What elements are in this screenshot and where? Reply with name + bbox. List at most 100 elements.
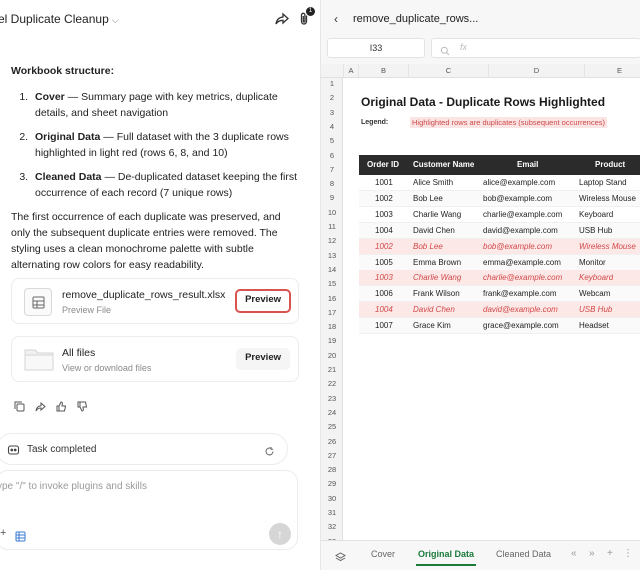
- grid-icon[interactable]: [15, 529, 26, 542]
- table-cell[interactable]: alice@example.com: [483, 175, 555, 191]
- row-header[interactable]: 17: [321, 308, 343, 317]
- tab-original-data[interactable]: Original Data: [415, 549, 477, 566]
- table-cell[interactable]: Keyboard: [579, 207, 613, 223]
- duplicate-table-row[interactable]: 1003 Charlie Wang charlie@example.com Keybo…: [359, 270, 640, 287]
- row-header[interactable]: 29: [321, 479, 343, 488]
- table-cell[interactable]: Alice Smith: [413, 175, 453, 191]
- row-header[interactable]: 15: [321, 279, 343, 288]
- row-header[interactable]: 24: [321, 408, 343, 417]
- cell-reference-box[interactable]: I33: [327, 38, 425, 58]
- table-cell[interactable]: Monitor: [579, 255, 606, 271]
- table-cell[interactable]: Webcam: [579, 286, 610, 302]
- add-sheet-icon[interactable]: +: [607, 548, 613, 559]
- layers-icon[interactable]: [334, 550, 347, 562]
- row-header[interactable]: 20: [321, 351, 343, 360]
- table-cell[interactable]: 1007: [375, 318, 393, 334]
- more-icon[interactable]: ⋮: [623, 548, 633, 559]
- tab-cover[interactable]: Cover: [371, 549, 395, 559]
- table-cell[interactable]: Laptop Stand: [579, 175, 627, 191]
- row-header[interactable]: 7: [321, 165, 343, 174]
- table-cell[interactable]: bob@example.com: [483, 239, 552, 255]
- chevron-right-icon[interactable]: »: [589, 548, 595, 559]
- table-cell[interactable]: Headset: [579, 318, 609, 334]
- row-header[interactable]: 1: [321, 79, 343, 88]
- chevron-left-icon[interactable]: «: [571, 548, 577, 559]
- all-files-preview-button[interactable]: Preview: [236, 348, 290, 370]
- row-header[interactable]: 16: [321, 294, 343, 303]
- table-cell[interactable]: 1002: [375, 239, 393, 255]
- row-header[interactable]: 22: [321, 379, 343, 388]
- column-header[interactable]: E: [585, 64, 640, 78]
- share-icon[interactable]: [35, 399, 47, 412]
- row-header[interactable]: 30: [321, 494, 343, 503]
- table-cell[interactable]: 1004: [375, 223, 393, 239]
- row-header[interactable]: 8: [321, 179, 343, 188]
- table-cell[interactable]: 1006: [375, 286, 393, 302]
- row-header[interactable]: 13: [321, 251, 343, 260]
- table-cell[interactable]: Charlie Wang: [413, 207, 461, 223]
- table-cell[interactable]: 1005: [375, 255, 393, 271]
- row-header[interactable]: 23: [321, 394, 343, 403]
- copy-icon[interactable]: [14, 399, 26, 412]
- table-row[interactable]: 1002 Bob Lee bob@example.com Wireless Mouse: [359, 190, 640, 207]
- row-header[interactable]: 28: [321, 465, 343, 474]
- table-cell[interactable]: 1003: [375, 270, 393, 286]
- table-cell[interactable]: USB Hub: [579, 223, 612, 239]
- plus-icon[interactable]: +: [0, 527, 6, 539]
- row-header[interactable]: 18: [321, 322, 343, 331]
- table-cell[interactable]: Grace Kim: [413, 318, 451, 334]
- table-cell[interactable]: 1003: [375, 207, 393, 223]
- table-cell[interactable]: Bob Lee: [413, 191, 443, 207]
- table-cell[interactable]: grace@example.com: [483, 318, 559, 334]
- row-header[interactable]: 12: [321, 236, 343, 245]
- thumbs-down-icon[interactable]: [77, 399, 89, 412]
- table-row[interactable]: 1005 Emma Brown emma@example.com Monitor: [359, 254, 640, 271]
- table-cell[interactable]: Charlie Wang: [413, 270, 461, 286]
- row-header[interactable]: 2: [321, 93, 343, 102]
- table-cell[interactable]: charlie@example.com: [483, 270, 562, 286]
- table-cell[interactable]: Frank Wilson: [413, 286, 460, 302]
- row-header[interactable]: 26: [321, 437, 343, 446]
- composer-input[interactable]: ype "/" to invoke plugins and skills: [0, 481, 147, 492]
- table-cell[interactable]: USB Hub: [579, 302, 612, 318]
- row-header[interactable]: 25: [321, 422, 343, 431]
- row-header[interactable]: 31: [321, 508, 343, 517]
- row-header[interactable]: 27: [321, 451, 343, 460]
- file-card[interactable]: remove_duplicate_rows_result.xlsx Previe…: [11, 278, 299, 324]
- table-row[interactable]: 1007 Grace Kim grace@example.com Headset: [359, 318, 640, 335]
- table-cell[interactable]: Emma Brown: [413, 255, 461, 271]
- row-header[interactable]: 9: [321, 193, 343, 202]
- table-cell[interactable]: 1004: [375, 302, 393, 318]
- table-cell[interactable]: Keyboard: [579, 270, 613, 286]
- refresh-icon[interactable]: [264, 444, 275, 456]
- row-header[interactable]: 11: [321, 222, 343, 231]
- table-cell[interactable]: Wireless Mouse: [579, 239, 636, 255]
- row-header[interactable]: 14: [321, 265, 343, 274]
- table-cell[interactable]: David Chen: [413, 302, 455, 318]
- table-cell[interactable]: Bob Lee: [413, 239, 443, 255]
- table-row[interactable]: 1001 Alice Smith alice@example.com Laptop S…: [359, 175, 640, 191]
- formula-input[interactable]: fx: [431, 38, 640, 58]
- column-header[interactable]: B: [359, 64, 409, 78]
- table-cell[interactable]: david@example.com: [483, 302, 558, 318]
- send-button[interactable]: ↑: [269, 523, 291, 545]
- duplicate-table-row[interactable]: 1002 Bob Lee bob@example.com Wireless Mouse: [359, 238, 640, 255]
- table-row[interactable]: 1003 Charlie Wang charlie@example.com Keybo…: [359, 207, 640, 223]
- select-all-corner[interactable]: [321, 64, 344, 78]
- task-status[interactable]: Task completed: [0, 433, 288, 465]
- back-icon[interactable]: ‹: [334, 12, 338, 26]
- row-header[interactable]: 3: [321, 108, 343, 117]
- row-header[interactable]: 10: [321, 208, 343, 217]
- share-icon[interactable]: [274, 11, 290, 27]
- table-cell[interactable]: 1001: [375, 175, 393, 191]
- column-header[interactable]: A: [344, 64, 359, 78]
- thumbs-up-icon[interactable]: [56, 399, 68, 412]
- column-header[interactable]: D: [489, 64, 585, 78]
- duplicate-table-row[interactable]: 1004 David Chen david@example.com USB Hub: [359, 302, 640, 319]
- table-cell[interactable]: emma@example.com: [483, 255, 561, 271]
- row-header[interactable]: 4: [321, 122, 343, 131]
- table-cell[interactable]: 1002: [375, 191, 393, 207]
- table-cell[interactable]: david@example.com: [483, 223, 558, 239]
- table-cell[interactable]: charlie@example.com: [483, 207, 562, 223]
- table-cell[interactable]: Wireless Mouse: [579, 191, 636, 207]
